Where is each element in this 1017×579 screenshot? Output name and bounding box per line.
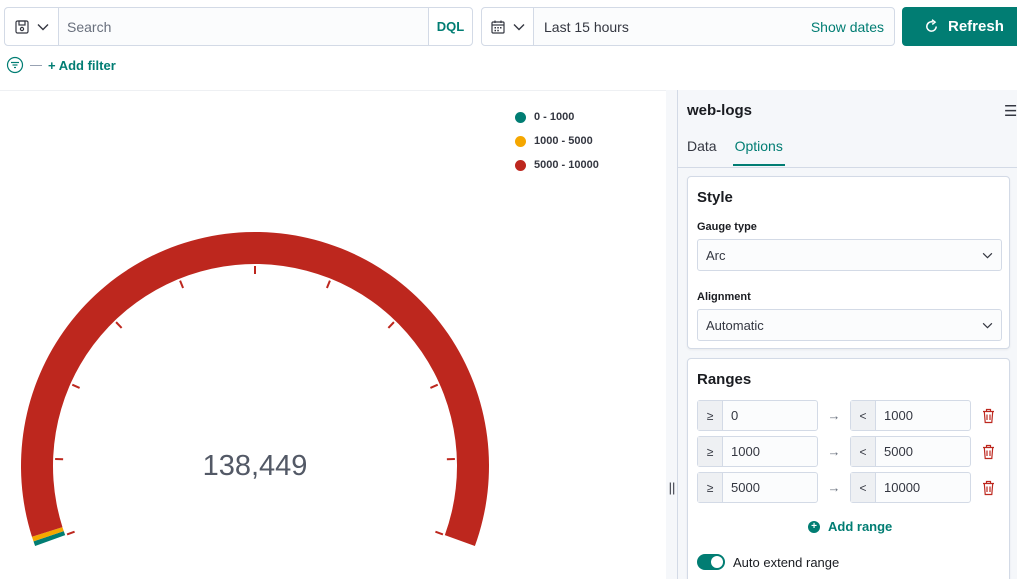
date-range-text[interactable]: Last 15 hours	[534, 19, 811, 35]
gauge-tick	[71, 383, 81, 389]
gauge-tick	[115, 321, 123, 329]
legend-item[interactable]: 1000 - 5000	[515, 129, 599, 153]
gauge-type-label: Gauge type	[697, 221, 757, 233]
range-row: ≥ 0 → < 1000	[697, 400, 997, 431]
arrow-right-icon: →	[827, 408, 841, 423]
chevron-down-icon	[513, 23, 524, 30]
editor-sidebar: web-logs ☰ Data Options Style Gauge type…	[677, 90, 1017, 579]
gauge-tick	[429, 383, 439, 389]
gauge-tick	[66, 530, 75, 536]
gauge-arc-segment-high	[21, 232, 490, 547]
add-filter-button[interactable]: + Add filter	[48, 58, 116, 73]
tab-data[interactable]: Data	[687, 138, 717, 166]
filter-row: + Add filter	[6, 56, 116, 74]
range-to-value: 5000	[884, 444, 913, 459]
chevron-down-icon	[37, 23, 48, 30]
range-to-input[interactable]: < 5000	[850, 436, 971, 467]
save-disk-icon	[14, 19, 29, 34]
legend-item[interactable]: 0 - 1000	[515, 105, 599, 129]
filter-icon[interactable]	[6, 56, 24, 74]
range-from-value: 5000	[731, 480, 760, 495]
ranges-heading: Ranges	[697, 371, 752, 388]
range-to-prefix: <	[851, 437, 876, 466]
range-from-prefix: ≥	[698, 473, 723, 502]
chevron-down-icon	[982, 252, 993, 259]
range-from-prefix: ≥	[698, 401, 723, 430]
style-heading: Style	[697, 189, 733, 206]
show-dates-link[interactable]: Show dates	[811, 19, 894, 35]
plus-circle-icon: +	[808, 520, 820, 533]
auto-extend-toggle[interactable]	[697, 554, 725, 570]
tab-options[interactable]: Options	[732, 138, 785, 166]
alignment-label: Alignment	[697, 291, 751, 303]
range-to-input[interactable]: < 10000	[850, 472, 971, 503]
alignment-value: Automatic	[706, 317, 764, 333]
style-panel: Style Gauge type Arc Alignment Automatic	[687, 176, 1010, 349]
range-to-input[interactable]: < 1000	[850, 400, 971, 431]
legend-label: 5000 - 10000	[534, 159, 599, 171]
date-picker: Last 15 hours Show dates	[481, 7, 895, 46]
sidebar-tabs: Data Options	[687, 138, 785, 166]
gauge-type-select[interactable]: Arc	[697, 239, 1002, 271]
gauge-tick	[179, 280, 185, 289]
index-pattern-title: web-logs	[687, 102, 753, 119]
range-row: ≥ 5000 → < 10000	[697, 472, 997, 503]
options-menu-icon[interactable]: ☰	[1004, 102, 1017, 120]
refresh-icon	[926, 19, 937, 32]
add-range-label: Add range	[828, 519, 893, 534]
range-to-value: 10000	[884, 480, 921, 495]
range-from-value: 0	[731, 408, 739, 423]
gauge-value: 138,449	[203, 450, 308, 482]
refresh-button[interactable]: Refresh	[902, 7, 1017, 46]
range-row: ≥ 1000 → < 5000	[697, 436, 997, 467]
ranges-panel: Ranges ≥ 0 → < 1000 ≥ 1000 → < 5000 ≥ 50…	[687, 358, 1010, 579]
trash-icon[interactable]	[981, 480, 996, 496]
range-from-prefix: ≥	[698, 437, 723, 466]
tabs-divider	[678, 167, 1017, 168]
trash-icon[interactable]	[981, 444, 996, 460]
search-input[interactable]	[59, 8, 428, 45]
range-from-value: 1000	[731, 444, 760, 459]
quick-date-button[interactable]	[482, 8, 534, 45]
auto-extend-row: Auto extend range	[697, 554, 839, 570]
arrow-right-icon: →	[827, 480, 841, 495]
legend-label: 0 - 1000	[534, 111, 575, 123]
filter-divider	[30, 64, 42, 66]
query-bar: DQL Last 15 hours Show dates	[0, 0, 1017, 90]
range-from-input[interactable]: ≥ 1000	[697, 436, 818, 467]
add-range-button[interactable]: + Add range	[808, 519, 892, 534]
auto-extend-label: Auto extend range	[733, 554, 840, 570]
legend-dot	[515, 135, 526, 147]
arrow-right-icon: →	[827, 444, 841, 459]
legend-dot	[515, 159, 526, 171]
legend-label: 1000 - 5000	[534, 135, 593, 147]
gauge-legend: 0 - 1000 1000 - 5000 5000 - 10000	[515, 105, 599, 177]
gauge-tick	[387, 321, 395, 329]
chevron-down-icon	[982, 322, 993, 329]
visualization-panel: 138,449 0 - 1000 1000 - 5000 5000 - 1000…	[0, 90, 666, 579]
gauge-tick	[435, 530, 444, 536]
range-to-prefix: <	[851, 401, 876, 430]
query-language-button[interactable]: DQL	[428, 8, 472, 45]
trash-icon[interactable]	[981, 408, 996, 424]
range-to-value: 1000	[884, 408, 913, 423]
legend-dot	[515, 111, 526, 123]
alignment-select[interactable]: Automatic	[697, 309, 1002, 341]
saved-query-button[interactable]	[5, 8, 59, 45]
range-from-input[interactable]: ≥ 0	[697, 400, 818, 431]
legend-item[interactable]: 5000 - 10000	[515, 153, 599, 177]
refresh-label: Refresh	[948, 18, 1004, 35]
range-from-input[interactable]: ≥ 5000	[697, 472, 818, 503]
resize-grip-icon: ||	[668, 480, 676, 495]
gauge-tick	[325, 280, 331, 289]
calendar-icon	[490, 20, 505, 34]
range-to-prefix: <	[851, 473, 876, 502]
gauge-type-value: Arc	[706, 247, 726, 263]
search-group: DQL	[4, 7, 473, 46]
